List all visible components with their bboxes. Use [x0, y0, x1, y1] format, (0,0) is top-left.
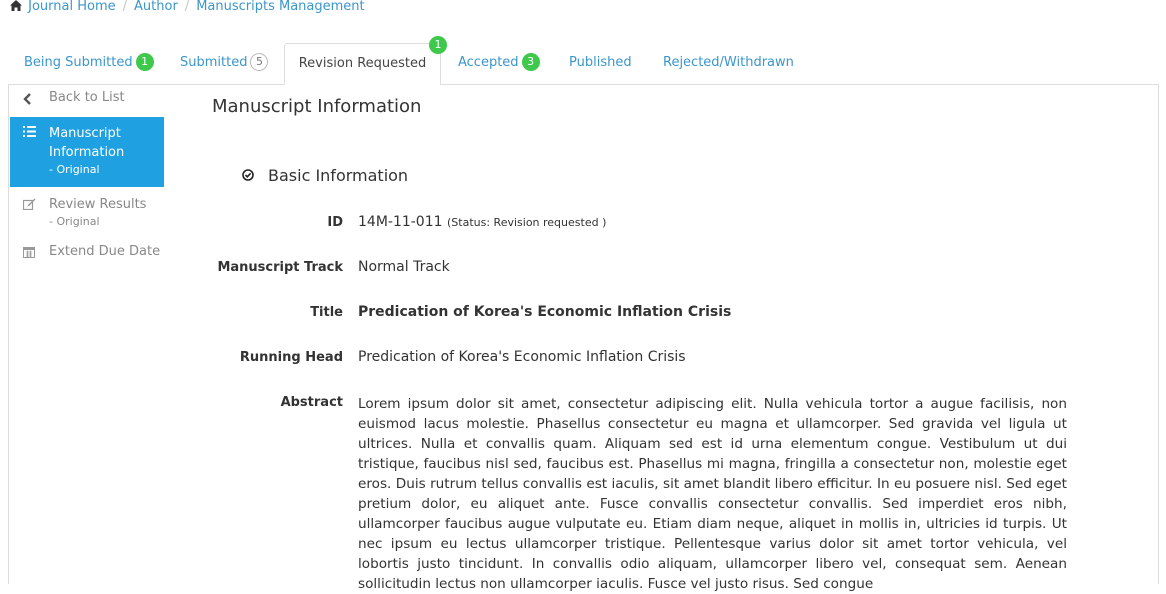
breadcrumb-author[interactable]: Author [134, 0, 178, 14]
tab-being-submitted[interactable]: Being Submitted 1 [24, 38, 154, 83]
tab-accepted[interactable]: Accepted 3 [458, 38, 540, 83]
tab-label: Accepted [458, 55, 519, 70]
id-value: 14M-11-011 [358, 214, 443, 230]
sidebar-item-label: Manuscript Information [49, 126, 125, 160]
section-title-label: Basic Information [268, 166, 409, 185]
sidebar-item-label: Extend Due Date [49, 244, 161, 259]
title-value: Predication of Korea's Economic Inflatio… [358, 304, 732, 320]
count-badge: 3 [521, 53, 540, 71]
edit-icon [23, 198, 36, 210]
breadcrumb-manuscripts-management[interactable]: Manuscripts Management [196, 0, 364, 14]
manuscript-track-value: Normal Track [358, 259, 450, 275]
tab-label: Submitted [180, 55, 248, 70]
section-title: Basic Information [242, 166, 408, 185]
page-title: Manuscript Information [212, 96, 422, 117]
tab-published[interactable]: Published [569, 38, 632, 83]
breadcrumb-journal-home[interactable]: Journal Home [28, 0, 115, 14]
tab-label: Rejected/Withdrawn [663, 55, 794, 70]
tab-label: Published [569, 55, 632, 70]
status-tabs: Being Submitted 1 Submitted 5 Revision Req… [8, 36, 1158, 85]
list-icon [23, 126, 36, 137]
breadcrumb-separator: / [122, 0, 128, 14]
sidebar-item-label: Review Results [49, 197, 147, 212]
chevron-left-icon [23, 93, 31, 105]
count-badge: 5 [250, 53, 269, 71]
tab-revision-requested[interactable]: Revision Requested 1 [284, 36, 447, 85]
calendar-icon [23, 247, 35, 258]
breadcrumb: Journal Home / Author / Manuscripts Manageme… [10, 0, 365, 16]
running-head-label: Running Head [239, 350, 343, 365]
check-circle-icon [242, 169, 254, 181]
abstract-text: Lorem ipsum dolor sit amet, consectetur … [358, 396, 1067, 592]
status-text: (Status: Revision requested ) [447, 216, 607, 229]
sidebar-item-review-results[interactable]: Review Results - Original [10, 187, 164, 241]
home-icon [10, 0, 22, 11]
running-head-value: Predication of Korea's Economic Inflatio… [358, 349, 686, 365]
back-to-list-button[interactable]: Back to List [10, 84, 164, 117]
title-label: Title [310, 305, 343, 320]
id-label: ID [327, 215, 343, 230]
manuscript-track-label: Manuscript Track [217, 260, 343, 275]
tab-rejected-withdrawn[interactable]: Rejected/Withdrawn [663, 38, 794, 83]
breadcrumb-separator: / [184, 0, 190, 14]
count-badge: 1 [135, 53, 154, 71]
back-label: Back to List [49, 90, 125, 105]
tab-submitted[interactable]: Submitted 5 [180, 38, 269, 83]
sidebar-item-sublabel: - Original [49, 215, 100, 228]
sidebar-item-sublabel: - Original [49, 163, 100, 176]
id-value-row: 14M-11-011 (Status: Revision requested ) [358, 214, 606, 230]
tab-label: Revision Requested [298, 56, 427, 71]
sidebar: Back to List Manuscript Information - Or… [10, 84, 164, 267]
content-panel: Back to List Manuscript Information - Or… [8, 84, 1159, 592]
sidebar-item-extend-due-date[interactable]: Extend Due Date [10, 241, 164, 267]
tab-label: Being Submitted [24, 55, 133, 70]
count-badge: 1 [429, 36, 447, 54]
sidebar-item-manuscript-information[interactable]: Manuscript Information - Original [10, 117, 164, 187]
abstract-label: Abstract [280, 395, 343, 410]
